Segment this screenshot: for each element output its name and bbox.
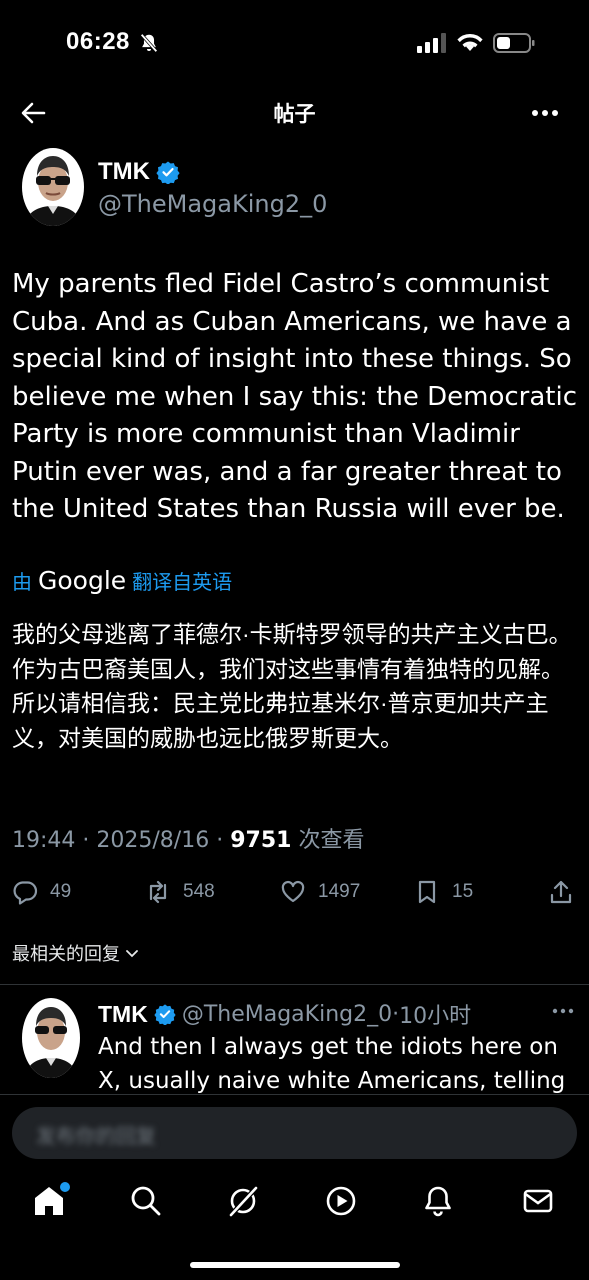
chevron-down-icon: [126, 950, 138, 958]
bookmark-count: 15: [452, 881, 474, 902]
google-logo: Google: [38, 565, 127, 595]
messages-tab[interactable]: [521, 1184, 555, 1218]
status-bar: 06:28: [0, 0, 589, 88]
verified-badge-icon: [156, 161, 180, 184]
reply-count: 49: [50, 881, 72, 902]
post-author: TMK @TheMagaKing2_0: [22, 148, 562, 230]
page-title: 帖子: [273, 103, 316, 126]
reply-button[interactable]: 49: [12, 876, 71, 908]
meta-separator: ·: [216, 828, 231, 853]
more-options-icon[interactable]: [552, 1004, 574, 1018]
video-tab[interactable]: [324, 1184, 358, 1218]
top-nav: 帖子: [0, 88, 589, 138]
reply-input[interactable]: 发布你的回复: [12, 1107, 577, 1159]
reply-sort-dropdown[interactable]: 最相关的回复: [12, 940, 140, 966]
home-indicator: [190, 1262, 400, 1268]
post-time[interactable]: 19:44: [12, 828, 75, 853]
view-count: 9751: [230, 828, 292, 853]
heart-icon: [281, 880, 305, 903]
translated-text: 我的父母逃离了菲德尔·卡斯特罗领导的共产主义古巴。作为古巴裔美国人，我们对这些事…: [12, 621, 572, 751]
reply-input-placeholder: 发布你的回复: [36, 1126, 156, 1148]
grok-icon: [229, 1186, 258, 1217]
author-handle[interactable]: @TheMagaKing2_0: [98, 190, 327, 218]
reply-compose-bar: 发布你的回复: [0, 1094, 589, 1170]
meta-separator: ·: [392, 1001, 400, 1027]
post-meta: 19:44 · 2025/8/16 · 9751 次查看: [12, 822, 364, 854]
reply-author-handle[interactable]: @TheMagaKing2_0: [182, 1002, 392, 1027]
bell-off-icon: [140, 33, 158, 53]
like-count: 1497: [318, 881, 361, 902]
home-tab[interactable]: [32, 1182, 70, 1218]
repost-count: 548: [183, 881, 215, 902]
reply-author-name[interactable]: TMK: [98, 1001, 148, 1028]
reply-text: And then I always get the idiots here on…: [98, 1034, 566, 1094]
more-options-icon[interactable]: [531, 102, 559, 124]
notifications-tab[interactable]: [421, 1184, 455, 1218]
avatar[interactable]: [22, 998, 80, 1078]
translate-by: 由: [12, 571, 32, 594]
reply-header: TMK @TheMagaKing2_0 · 10小时: [98, 998, 471, 1030]
reply-sort-label: 最相关的回复: [12, 944, 120, 964]
cellular-signal-icon: [417, 33, 446, 53]
reply-icon: [13, 881, 38, 905]
repost-button[interactable]: 548: [145, 876, 215, 908]
avatar[interactable]: [22, 148, 84, 226]
search-icon: [131, 1186, 161, 1216]
translate-label-link[interactable]: 翻译自英语: [132, 566, 232, 595]
status-time: 06:28: [66, 28, 130, 55]
bookmark-icon: [418, 880, 436, 904]
translation-attribution: 由 Google 翻译自英语: [12, 565, 232, 595]
like-button[interactable]: 1497: [280, 876, 360, 908]
post-text: My parents fled Fidel Castro’s communist…: [12, 269, 578, 524]
divider: [0, 984, 589, 985]
play-icon: [326, 1186, 356, 1216]
share-icon: [550, 880, 572, 904]
verified-badge-icon: [154, 1004, 176, 1025]
reply-item[interactable]: TMK @TheMagaKing2_0 · 10小时 And then I al…: [22, 996, 582, 1096]
wifi-icon: [457, 33, 483, 51]
bell-icon: [425, 1186, 451, 1217]
author-name[interactable]: TMK: [98, 158, 150, 186]
views-label: 次查看: [298, 828, 365, 853]
search-tab[interactable]: [129, 1184, 163, 1218]
grok-tab[interactable]: [226, 1184, 260, 1218]
repost-icon: [149, 880, 167, 904]
post-actions: 49 548 1497 15: [0, 872, 589, 912]
mail-icon: [523, 1189, 553, 1213]
meta-separator: ·: [82, 828, 97, 853]
bookmark-button[interactable]: 15: [414, 876, 473, 908]
battery-icon: [493, 33, 535, 53]
reply-age: 10小时: [399, 1004, 472, 1029]
new-content-dot: [60, 1182, 70, 1192]
share-button[interactable]: [548, 876, 574, 908]
post-date[interactable]: 2025/8/16: [96, 828, 209, 853]
